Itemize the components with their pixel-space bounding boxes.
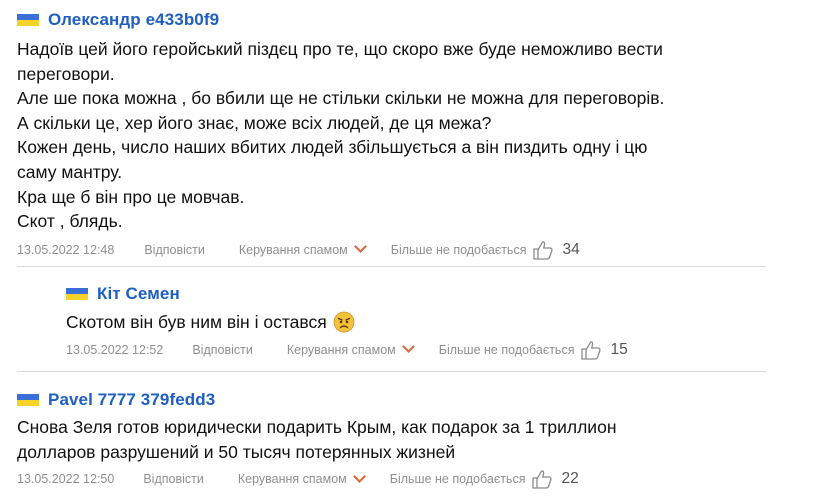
comment-line-text: Скотом він був ним він і остався [66,312,327,332]
spam-menu-button[interactable]: Керування спамом [286,340,415,357]
comment-meta: 13.05.2022 12:52 Відповісти Керування сп… [66,339,827,361]
reply-button[interactable]: Відповісти [192,343,253,357]
comment-line: Скотом він був ним він і остався [66,310,827,335]
comment-line: Але ше пока можна , бо вбили ще не стіль… [17,88,665,109]
comment-text: Скотом він був ним він і остався [66,310,827,335]
comment-line: Надоїв цей його геройський піздєц про те… [17,39,663,59]
ukraine-flag-icon [17,14,39,26]
dislike-button[interactable]: Більше не подобається [390,472,526,486]
ukraine-flag-icon [66,288,88,300]
ukraine-flag-icon [17,394,39,406]
comment-date: 13.05.2022 12:48 [17,242,115,257]
comment-1: Олександр e433b0f9 Надоїв цей його герой… [17,8,827,261]
comment-3: Pavel 7777 379fedd3 Снова Зеля готов юри… [17,388,827,490]
comment-line: Кра ще б він про це мовчав. [17,186,245,207]
thumbs-up-icon[interactable] [531,469,553,489]
spam-menu-label: Керування спамом [237,472,347,487]
like-count: 22 [561,470,579,488]
comment-date: 13.05.2022 12:50 [17,472,115,487]
comment-line: переговори. [17,63,115,84]
comment-header: Pavel 7777 379fedd3 [17,388,827,412]
comment-meta: 13.05.2022 12:48 Відповісти Керування сп… [17,239,827,261]
spam-menu-label: Керування спамом [286,342,396,357]
divider [17,371,766,372]
chevron-down-icon [353,240,367,254]
comment-line: Скот , блядь. [17,211,123,232]
divider [17,266,766,267]
comment-header: Кіт Семен [66,282,827,306]
thumbs-up-icon[interactable] [580,340,602,360]
spam-menu-button[interactable]: Керування спамом [237,469,366,487]
chevron-down-icon [352,469,366,483]
thumbs-up-icon[interactable] [532,240,554,260]
comment-author[interactable]: Pavel 7777 379fedd3 [48,390,215,410]
dislike-button[interactable]: Більше не подобається [439,343,575,357]
comment-line: А скільки це, хер його знає, може всіх л… [17,112,492,133]
comment-author[interactable]: Олександр e433b0f9 [48,10,219,30]
spam-menu-button[interactable]: Керування спамом [238,240,367,257]
like-count: 15 [610,340,628,358]
comment-text: Надоїв цей його геройський піздєц про те… [17,37,827,234]
comment-2-reply: Кіт Семен Скотом він був ним він і остав… [66,282,827,361]
angry-face-emoji [333,311,355,333]
comment-line: Кожен день, число наших вбитих людей збі… [17,137,648,158]
like-count: 34 [562,240,580,258]
comment-header: Олександр e433b0f9 [17,8,827,32]
spam-menu-label: Керування спамом [238,242,348,257]
comment-line: Снова Зеля готов юридически подарить Кры… [17,417,617,437]
reply-button[interactable]: Відповісти [143,472,204,486]
reply-button[interactable]: Відповісти [144,243,205,257]
comment-line: долларов разрушений и 50 тысяч потерянны… [17,441,456,462]
comment-meta: 13.05.2022 12:50 Відповісти Керування сп… [17,468,827,490]
chevron-down-icon [401,340,415,353]
comment-line: саму мантру. [17,161,123,182]
comment-author[interactable]: Кіт Семен [97,284,180,304]
comment-text: Снова Зеля готов юридически подарить Кры… [17,415,827,464]
comment-date: 13.05.2022 12:52 [66,342,164,357]
dislike-button[interactable]: Більше не подобається [391,243,527,257]
